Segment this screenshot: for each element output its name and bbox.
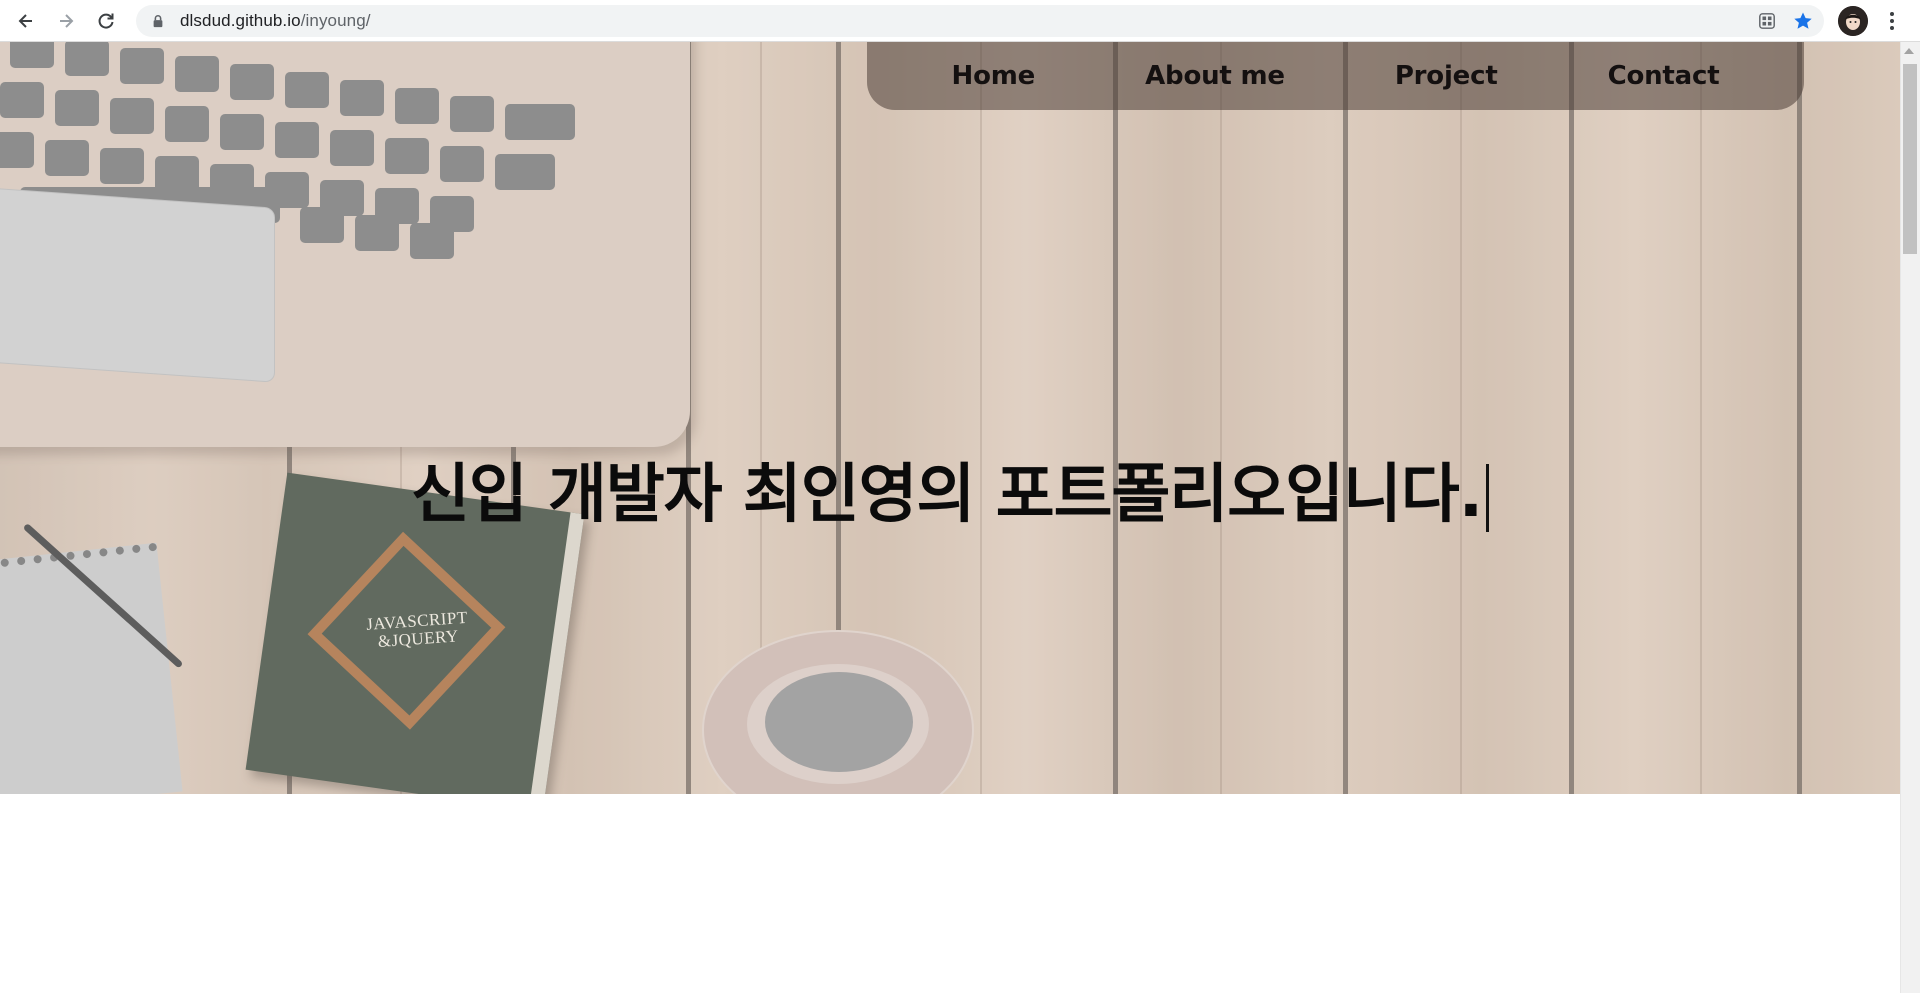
hero-title-text: 신입 개발자 최인영의 포트폴리오입니다. [410, 457, 1483, 532]
browser-toolbar: dlsdud.github.io/inyoung/ [0, 0, 1920, 42]
url-path: /inyoung/ [300, 11, 371, 30]
hero-title: 신입 개발자 최인영의 포트폴리오입니다. [0, 443, 1900, 535]
nav-about-me[interactable]: About me [1145, 61, 1285, 91]
hero-section: JAVASCRIPT &JQUERY Home About me Project… [0, 42, 1900, 794]
more-vertical-icon[interactable] [1880, 8, 1904, 34]
hero-overlay [0, 42, 1900, 794]
arrow-right-icon [60, 13, 74, 28]
nav-project[interactable]: Project [1395, 61, 1498, 91]
main-nav: Home About me Project Contact [867, 42, 1804, 110]
back-button[interactable] [8, 3, 44, 39]
forward-button[interactable] [48, 3, 84, 39]
reload-button[interactable] [88, 3, 124, 39]
url-host: dlsdud.github.io [180, 11, 301, 30]
qr-code-icon[interactable] [1756, 10, 1778, 32]
reload-icon [98, 13, 114, 29]
page-viewport: JAVASCRIPT &JQUERY Home About me Project… [0, 42, 1900, 993]
address-bar[interactable]: dlsdud.github.io/inyoung/ [136, 5, 1824, 37]
nav-contact[interactable]: Contact [1608, 61, 1720, 91]
arrow-left-icon [18, 13, 32, 28]
lock-icon[interactable] [150, 13, 166, 29]
scrollbar-thumb[interactable] [1903, 64, 1917, 254]
star-icon[interactable] [1792, 10, 1814, 32]
nav-home[interactable]: Home [952, 61, 1036, 91]
typing-cursor [1486, 464, 1490, 533]
url-text: dlsdud.github.io/inyoung/ [180, 11, 371, 31]
scroll-up-arrow-icon[interactable] [1904, 48, 1914, 54]
avatar[interactable] [1838, 6, 1868, 36]
